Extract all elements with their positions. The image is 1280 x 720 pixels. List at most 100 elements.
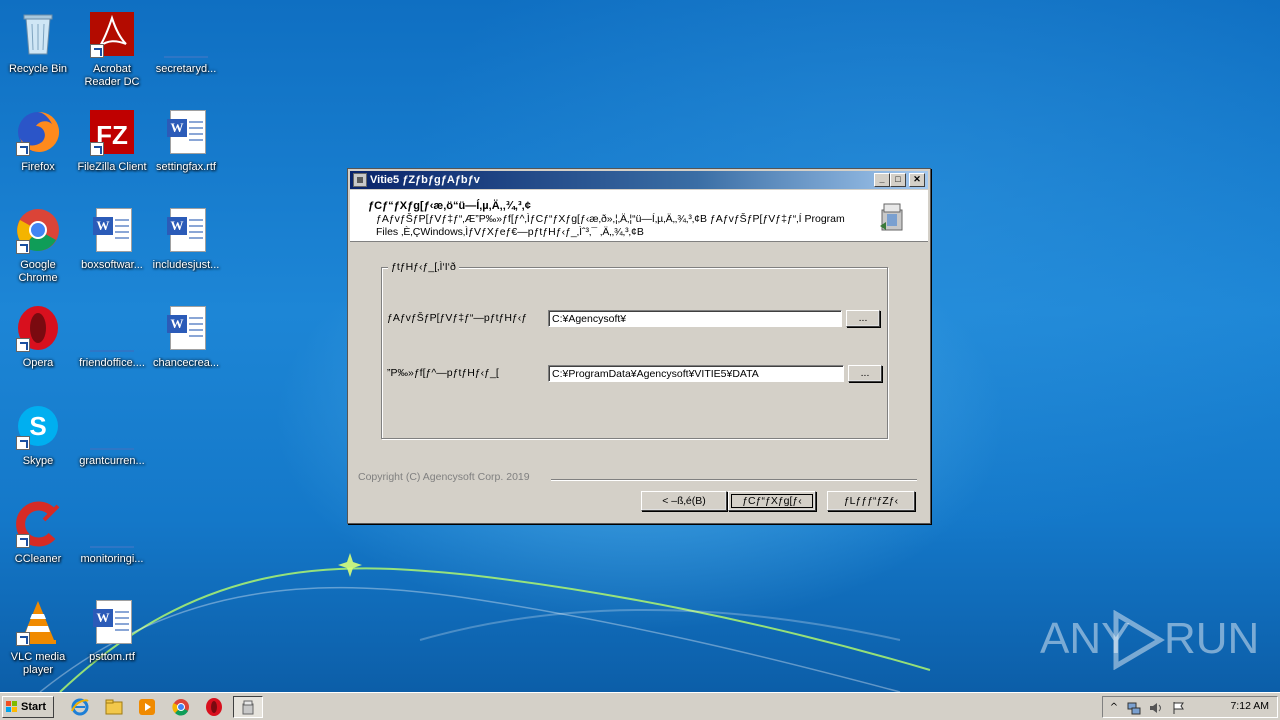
- watermark-right-text: RUN: [1164, 614, 1260, 663]
- desktop: Recycle Bin Firefox Google Chrome Opera …: [0, 0, 1280, 692]
- file-icon: [162, 10, 210, 58]
- minimize-button[interactable]: _: [874, 173, 890, 187]
- data-folder-browse-button[interactable]: ...: [848, 365, 882, 382]
- desktop-icon-includesjust[interactable]: W includesjust...: [148, 202, 224, 288]
- desktop-icon-chancecrea[interactable]: W chancecrea...: [148, 300, 224, 386]
- desktop-icon-label: settingfax.rtf: [156, 161, 216, 173]
- desktop-icon-label: psttom.rtf: [89, 651, 135, 663]
- desktop-icon-label: friendoffice....: [79, 357, 145, 369]
- copyright-text: Copyright (C) Agencysoft Corp. 2019: [358, 471, 530, 483]
- desktop-icon-boxsoftware[interactable]: W boxsoftwar...: [74, 202, 150, 288]
- desktop-icon-label: FileZilla Client: [77, 161, 147, 173]
- start-button[interactable]: Start: [2, 696, 54, 718]
- chrome-icon: [14, 206, 62, 254]
- data-folder-input[interactable]: C:¥ProgramData¥Agencysoft¥VITIE5¥DATA: [548, 365, 844, 382]
- footer-separator: [551, 479, 917, 481]
- explorer-icon[interactable]: [104, 697, 124, 717]
- opera-icon[interactable]: [204, 697, 224, 717]
- desktop-icon-label: Opera: [22, 357, 54, 369]
- filezilla-icon: FZ: [88, 108, 136, 156]
- shortcut-arrow-icon: [16, 142, 30, 156]
- svg-text:S: S: [29, 411, 46, 441]
- recycle-bin-icon: [14, 10, 62, 58]
- app-folder-browse-button[interactable]: ...: [846, 310, 880, 327]
- maximize-button[interactable]: □: [890, 173, 906, 187]
- wizard-header-title: ƒCƒ“ƒXƒg[ƒ‹æ‚ö“ü—Í‚µ‚Ä‚­‚¾‚³‚¢: [368, 200, 531, 212]
- setup-task-icon: [242, 700, 254, 715]
- desktop-icon-psttom[interactable]: W psttom.rtf: [74, 594, 150, 680]
- shortcut-arrow-icon: [90, 142, 104, 156]
- desktop-icon-friendoffice[interactable]: friendoffice....: [74, 300, 150, 386]
- shortcut-arrow-icon: [90, 44, 104, 58]
- system-tray: ^ 7:12 AM: [1102, 696, 1278, 718]
- desktop-icon-label: VLC media player: [10, 651, 66, 676]
- desktop-icon-filezilla[interactable]: FZ FileZilla Client: [74, 104, 150, 190]
- setup-task-button[interactable]: [233, 696, 263, 718]
- network-icon[interactable]: [1127, 701, 1141, 715]
- firefox-icon: [14, 108, 62, 156]
- acrobat-icon: [88, 10, 136, 58]
- desktop-icon-recycle-bin[interactable]: Recycle Bin: [0, 6, 76, 92]
- app-folder-label: ƒAƒvƒŠƒP[ƒVƒ‡ƒ“—pƒtƒHƒ‹ƒ: [387, 312, 528, 324]
- volume-icon[interactable]: [1149, 701, 1163, 715]
- desktop-icon-settingfax[interactable]: W settingfax.rtf: [148, 104, 224, 190]
- back-button[interactable]: < –ß‚é(B): [641, 491, 727, 511]
- shortcut-arrow-icon: [16, 632, 30, 646]
- desktop-icon-label: Firefox: [21, 161, 55, 173]
- word-doc-icon: W: [162, 108, 210, 156]
- skype-icon: S: [14, 402, 62, 450]
- desktop-icon-secretary[interactable]: secretaryd...: [148, 6, 224, 92]
- shortcut-arrow-icon: [16, 240, 30, 254]
- installer-app-icon: [353, 173, 367, 187]
- word-doc-icon: W: [162, 304, 210, 352]
- data-folder-label: ”P‰»ƒf[ƒ^—pƒtƒHƒ‹ƒ_[: [387, 367, 499, 379]
- desktop-icon-acrobat[interactable]: Acrobat Reader DC: [74, 6, 150, 92]
- chrome-icon[interactable]: [171, 697, 191, 717]
- word-doc-icon: W: [88, 598, 136, 646]
- ie-icon[interactable]: [70, 697, 90, 717]
- shortcut-arrow-icon: [16, 436, 30, 450]
- desktop-icon-label: CCleaner: [14, 553, 62, 565]
- shortcut-arrow-icon: [16, 534, 30, 548]
- desktop-icon-label: Skype: [22, 455, 54, 467]
- desktop-icon-opera[interactable]: Opera: [0, 300, 76, 386]
- clock[interactable]: 7:12 AM: [1230, 700, 1269, 712]
- cancel-button[interactable]: ƒLƒƒƒ“ƒZƒ‹: [827, 491, 915, 511]
- shortcut-arrow-icon: [16, 338, 30, 352]
- file-icon: [88, 304, 136, 352]
- start-label: Start: [21, 701, 47, 713]
- opera-icon: [14, 304, 62, 352]
- action-center-flag-icon[interactable]: [1171, 701, 1185, 715]
- app-folder-input[interactable]: C:¥Agencysoft¥: [548, 310, 842, 327]
- file-icon: [88, 500, 136, 548]
- window-titlebar[interactable]: Vitie5 ƒZƒbƒgƒAƒbƒv _ □ ✕: [350, 171, 928, 189]
- desktop-icon-label: secretaryd...: [155, 63, 217, 75]
- media-player-icon[interactable]: [137, 697, 157, 717]
- install-button[interactable]: ƒCƒ“ƒXƒg[ƒ‹: [728, 491, 816, 511]
- desktop-icon-firefox[interactable]: Firefox: [0, 104, 76, 190]
- folder-selection-group: ƒtƒHƒ‹ƒ_[‚Ì‘I‘ð ƒAƒvƒŠƒP[ƒVƒ‡ƒ“—pƒtƒHƒ‹ƒ…: [381, 261, 888, 439]
- desktop-icon-skype[interactable]: S Skype: [0, 398, 76, 484]
- close-button[interactable]: ✕: [909, 173, 925, 187]
- desktop-icon-label: includesjust...: [152, 259, 220, 271]
- desktop-icon-label: grantcurren...: [79, 455, 145, 467]
- group-title: ƒtƒHƒ‹ƒ_[‚Ì‘I‘ð: [388, 261, 459, 273]
- desktop-icon-ccleaner[interactable]: CCleaner: [0, 496, 76, 582]
- desktop-icon-grantcurrent[interactable]: grantcurren...: [74, 398, 150, 484]
- desktop-icon-vlc[interactable]: VLC media player: [0, 594, 76, 680]
- word-doc-icon: W: [88, 206, 136, 254]
- install-box-icon: [880, 203, 903, 231]
- anyrun-watermark: ANY RUN: [1040, 608, 1259, 674]
- desktop-icon-label: Recycle Bin: [8, 63, 68, 75]
- wizard-header-description: ƒAƒvƒŠƒP[ƒVƒ‡ƒ“‚Æ”P‰»ƒf[ƒ^‚ÌƒCƒ“ƒXƒg[ƒ‹æ…: [376, 213, 845, 238]
- show-hidden-icons-icon[interactable]: ^: [1107, 701, 1121, 715]
- desktop-icon-label: boxsoftwar...: [81, 259, 143, 271]
- taskbar: Start ^ 7:12 AM: [0, 692, 1280, 720]
- desktop-icon-label: chancecrea...: [152, 357, 220, 369]
- word-doc-icon: W: [162, 206, 210, 254]
- file-icon: [88, 402, 136, 450]
- desktop-icon-chrome[interactable]: Google Chrome: [0, 202, 76, 288]
- desktop-icon-monitoring[interactable]: monitoringi...: [74, 496, 150, 582]
- installer-window: Vitie5 ƒZƒbƒgƒAƒbƒv _ □ ✕ ƒCƒ“ƒXƒg[ƒ‹æ‚ö…: [347, 168, 931, 524]
- windows-logo-icon: [6, 701, 17, 712]
